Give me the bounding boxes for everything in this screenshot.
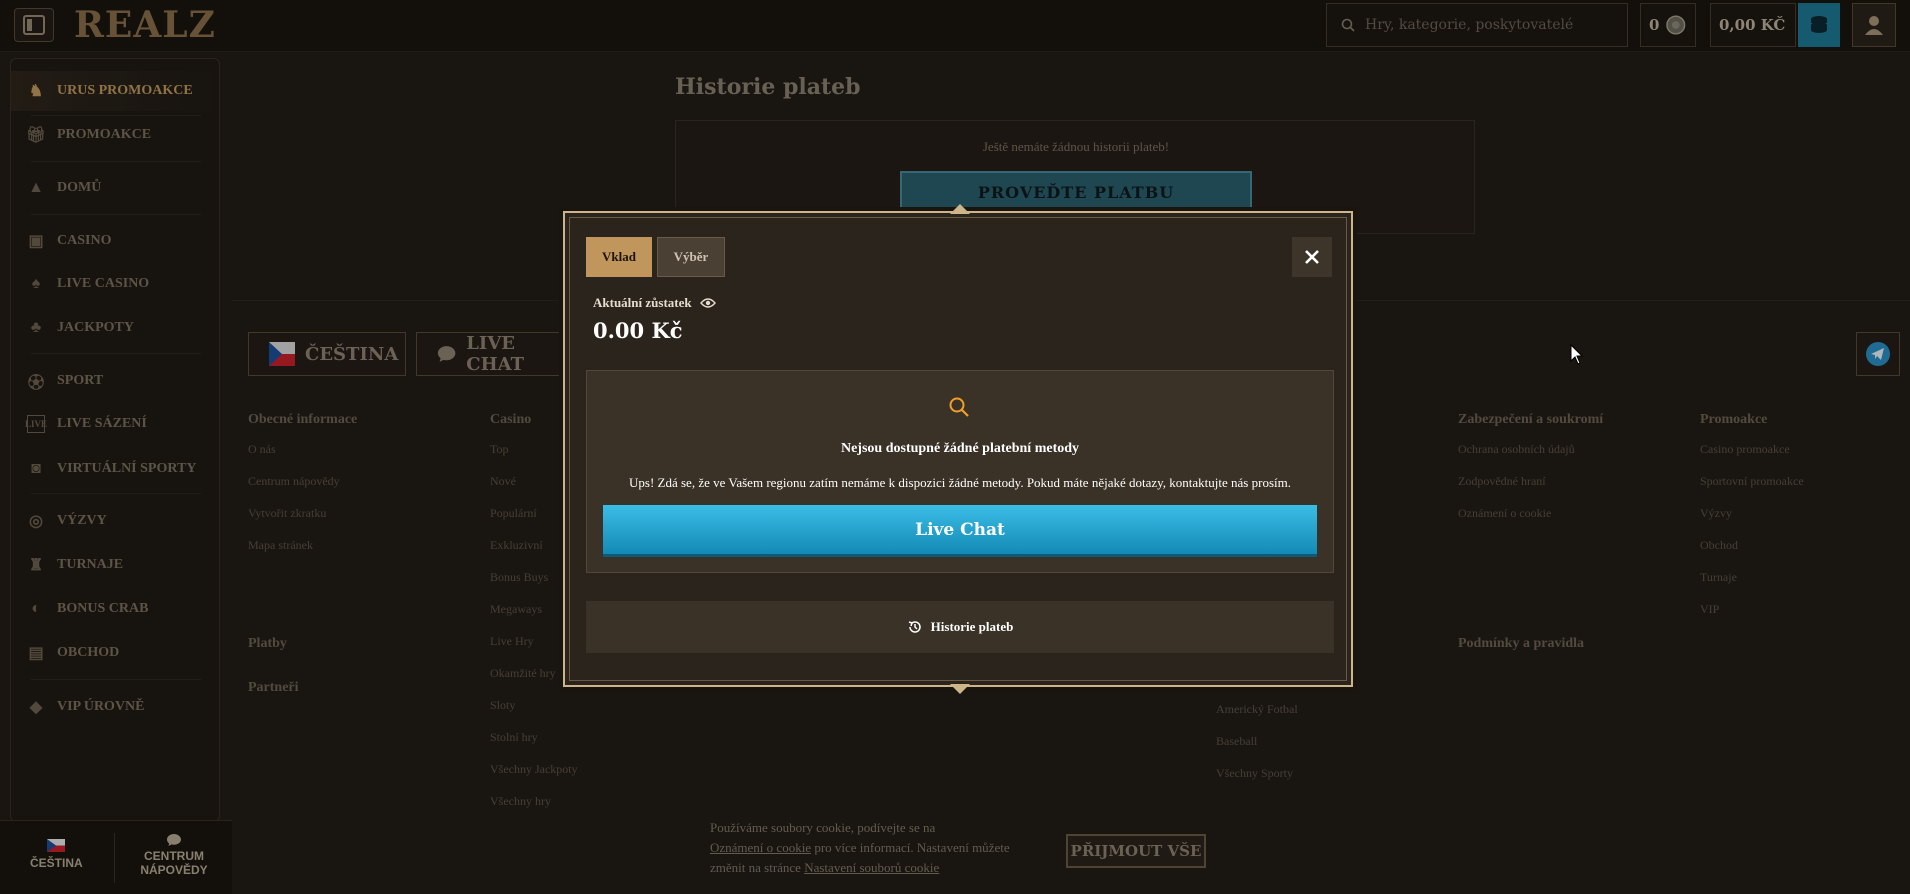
eye-icon[interactable] xyxy=(699,297,716,309)
search-icon xyxy=(949,397,969,417)
history-label: Historie plateb xyxy=(930,619,1014,634)
tab-deposit[interactable]: Vklad xyxy=(586,237,652,277)
modal-bottom-ornament xyxy=(950,684,970,694)
history-icon xyxy=(908,621,921,633)
close-icon xyxy=(1305,250,1319,264)
balance-label: Aktuální zůstatek xyxy=(593,295,716,311)
payment-modal: Vklad Výběr Aktuální zůstatek 0.00 Kč Ne… xyxy=(559,204,1357,694)
no-methods-text: Ups! Zdá se, že ve Vašem regionu zatím n… xyxy=(629,475,1291,490)
balance-label-text: Aktuální zůstatek xyxy=(593,295,692,310)
live-chat-button[interactable]: Live Chat xyxy=(603,505,1317,557)
no-methods-title: Nejsou dostupné žádné platební metody xyxy=(840,441,1080,456)
balance-amount: 0.00 Kč xyxy=(593,318,683,343)
payment-history-button[interactable]: Historie plateb xyxy=(586,601,1334,653)
tab-withdraw[interactable]: Výběr xyxy=(657,237,725,277)
close-modal-button[interactable] xyxy=(1292,237,1332,277)
mouse-cursor-icon xyxy=(1570,344,1584,365)
modal-top-ornament xyxy=(950,204,970,214)
no-methods-panel: Nejsou dostupné žádné platební metody Up… xyxy=(586,370,1334,573)
